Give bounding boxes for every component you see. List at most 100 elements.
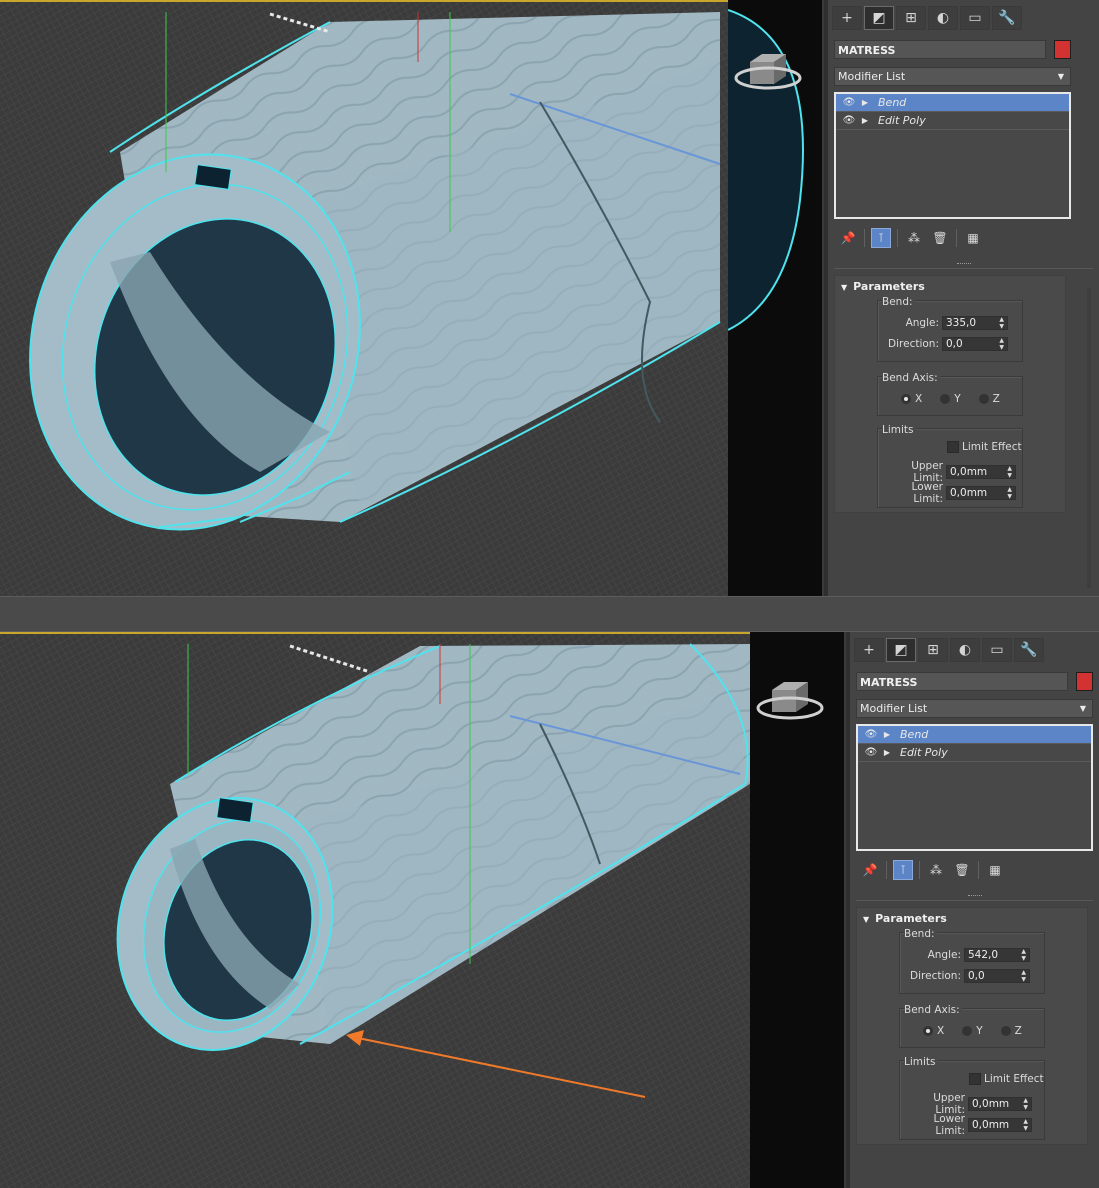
eye-icon[interactable]: 👁 <box>840 115 858 126</box>
upper-limit-spinner[interactable]: 0,0mm ▲ ▼ <box>946 465 1016 479</box>
radio-label: Z <box>1014 1025 1022 1037</box>
command-panel: + ◩ ⊞ ◐ ▭ 🔧 MATRESS Modifier List ▼ 👁 ▶ Bend … <box>824 0 1099 596</box>
radio-dot <box>940 394 951 404</box>
modifier-list-dropdown[interactable]: Modifier List ▼ <box>856 699 1093 718</box>
panel-scrollbar[interactable] <box>1087 288 1091 588</box>
lower-limit-row: Lower Limit: 0,0mm ▲ ▼ <box>905 1113 1032 1137</box>
object-name-field[interactable]: MATRESS <box>834 40 1046 59</box>
screenshot-before: + ◩ ⊞ ◐ ▭ 🔧 MATRESS Modifier List ▼ 👁 ▶ Bend … <box>0 0 1099 596</box>
eye-icon[interactable]: 👁 <box>840 97 858 108</box>
viewcube-icon[interactable] <box>756 682 824 720</box>
stack-item-bend[interactable]: 👁 ▶ Bend <box>836 94 1069 112</box>
angle-spinner[interactable]: 542,0 ▲ ▼ <box>964 948 1030 962</box>
stack-item-label: Bend <box>900 728 929 741</box>
spinner-arrows-icon[interactable]: ▲ ▼ <box>1023 1118 1028 1132</box>
limit-effect-row[interactable]: Limit Effect <box>947 441 1022 453</box>
angle-label: Angle: <box>905 317 939 329</box>
show-end-result-icon[interactable]: ⊺ <box>871 228 891 248</box>
create-icon[interactable]: + <box>854 638 884 662</box>
lower-limit-spinner[interactable]: 0,0mm ▲ ▼ <box>946 486 1016 500</box>
eye-icon[interactable]: 👁 <box>862 747 880 758</box>
expand-triangle-icon[interactable]: ▶ <box>858 116 872 125</box>
lower-limit-value: 0,0mm <box>950 487 988 499</box>
spinner-arrows-icon[interactable]: ▲ ▼ <box>1007 486 1012 500</box>
modifier-stack[interactable]: 👁 ▶ Bend 👁 ▶ Edit Poly <box>834 92 1071 219</box>
direction-row: Direction: 0,0 ▲ ▼ <box>907 969 1030 983</box>
spinner-arrows-icon[interactable]: ▲ ▼ <box>999 337 1004 351</box>
pin-stack-icon[interactable]: 📌 <box>860 860 880 880</box>
viewport-perspective[interactable] <box>0 0 728 596</box>
display-icon[interactable]: ▭ <box>960 6 990 30</box>
rollout-header[interactable]: ▼ Parameters <box>835 276 1065 293</box>
axis-y-radio[interactable]: Y <box>962 1025 983 1037</box>
hierarchy-icon[interactable]: ⊞ <box>896 6 926 30</box>
rollout-header[interactable]: ▼ Parameters <box>857 908 1087 925</box>
command-panel-tabs: + ◩ ⊞ ◐ ▭ 🔧 <box>828 0 1099 32</box>
trash-icon[interactable]: 🗑 <box>930 228 950 248</box>
limit-effect-checkbox[interactable] <box>947 441 959 453</box>
make-unique-icon[interactable]: ⁂ <box>926 860 946 880</box>
axis-z-radio[interactable]: Z <box>1000 1025 1022 1037</box>
lower-limit-spinner[interactable]: 0,0mm ▲ ▼ <box>968 1118 1032 1132</box>
pin-stack-icon[interactable]: 📌 <box>838 228 858 248</box>
configure-modifier-sets-icon[interactable]: ▦ <box>985 860 1005 880</box>
axis-x-radio[interactable]: X <box>923 1025 944 1037</box>
expand-triangle-icon[interactable]: ▶ <box>858 98 872 107</box>
upper-limit-spinner[interactable]: 0,0mm ▲ ▼ <box>968 1097 1032 1111</box>
modifier-list-dropdown[interactable]: Modifier List ▼ <box>834 67 1071 86</box>
limit-effect-checkbox[interactable] <box>969 1073 981 1085</box>
spinner-arrows-icon[interactable]: ▲ ▼ <box>1023 1097 1028 1111</box>
limit-effect-row[interactable]: Limit Effect <box>969 1073 1044 1085</box>
stack-item-bend[interactable]: 👁 ▶ Bend <box>858 726 1091 744</box>
collapse-triangle-icon: ▼ <box>863 915 870 924</box>
radio-label: Z <box>992 393 1000 405</box>
divider <box>897 229 898 247</box>
viewport-perspective[interactable] <box>0 632 750 1188</box>
configure-modifier-sets-icon[interactable]: ▦ <box>963 228 983 248</box>
eye-icon[interactable]: 👁 <box>862 729 880 740</box>
bend-group: Bend: <box>899 928 1045 994</box>
viewport-scene <box>0 2 728 596</box>
modifier-stack[interactable]: 👁 ▶ Bend 👁 ▶ Edit Poly <box>856 724 1093 851</box>
angle-spinner[interactable]: 335,0 ▲ ▼ <box>942 316 1008 330</box>
rollout-title: Parameters <box>875 912 947 925</box>
axis-y-radio[interactable]: Y <box>940 393 961 405</box>
stack-item-label: Edit Poly <box>900 746 948 759</box>
axis-z-radio[interactable]: Z <box>978 393 1000 405</box>
create-icon[interactable]: + <box>832 6 862 30</box>
divider <box>956 229 957 247</box>
spinner-arrows-icon[interactable]: ▲ ▼ <box>1021 969 1026 983</box>
limit-effect-label: Limit Effect <box>984 1073 1044 1085</box>
spinner-arrows-icon[interactable]: ▲ ▼ <box>999 316 1004 330</box>
viewcube-layer <box>756 682 824 720</box>
spinner-arrows-icon[interactable]: ▲ ▼ <box>1021 948 1026 962</box>
motion-icon[interactable]: ◐ <box>950 638 980 662</box>
object-color-swatch[interactable] <box>1076 672 1093 691</box>
modify-icon[interactable]: ◩ <box>864 6 894 30</box>
angle-value: 542,0 <box>968 949 999 961</box>
lower-limit-value: 0,0mm <box>972 1119 1010 1131</box>
object-color-swatch[interactable] <box>1054 40 1071 59</box>
expand-triangle-icon[interactable]: ▶ <box>880 748 894 757</box>
axis-radios: X Y Z <box>901 393 1018 405</box>
utilities-icon[interactable]: 🔧 <box>1014 638 1044 662</box>
object-name-field[interactable]: MATRESS <box>856 672 1068 691</box>
stack-item-edit-poly[interactable]: 👁 ▶ Edit Poly <box>836 112 1069 130</box>
group-title: Bend Axis: <box>882 372 940 384</box>
make-unique-icon[interactable]: ⁂ <box>904 228 924 248</box>
group-title: Bend: <box>882 296 915 308</box>
modify-icon[interactable]: ◩ <box>886 638 916 662</box>
direction-spinner[interactable]: 0,0 ▲ ▼ <box>964 969 1030 983</box>
trash-icon[interactable]: 🗑 <box>952 860 972 880</box>
show-end-result-icon[interactable]: ⊺ <box>893 860 913 880</box>
utilities-icon[interactable]: 🔧 <box>992 6 1022 30</box>
stack-item-edit-poly[interactable]: 👁 ▶ Edit Poly <box>858 744 1091 762</box>
hierarchy-icon[interactable]: ⊞ <box>918 638 948 662</box>
spinner-arrows-icon[interactable]: ▲ ▼ <box>1007 465 1012 479</box>
axis-x-radio[interactable]: X <box>901 393 922 405</box>
motion-icon[interactable]: ◐ <box>928 6 958 30</box>
display-icon[interactable]: ▭ <box>982 638 1012 662</box>
expand-triangle-icon[interactable]: ▶ <box>880 730 894 739</box>
direction-spinner[interactable]: 0,0 ▲ ▼ <box>942 337 1008 351</box>
viewport-dark-area <box>750 632 844 1188</box>
